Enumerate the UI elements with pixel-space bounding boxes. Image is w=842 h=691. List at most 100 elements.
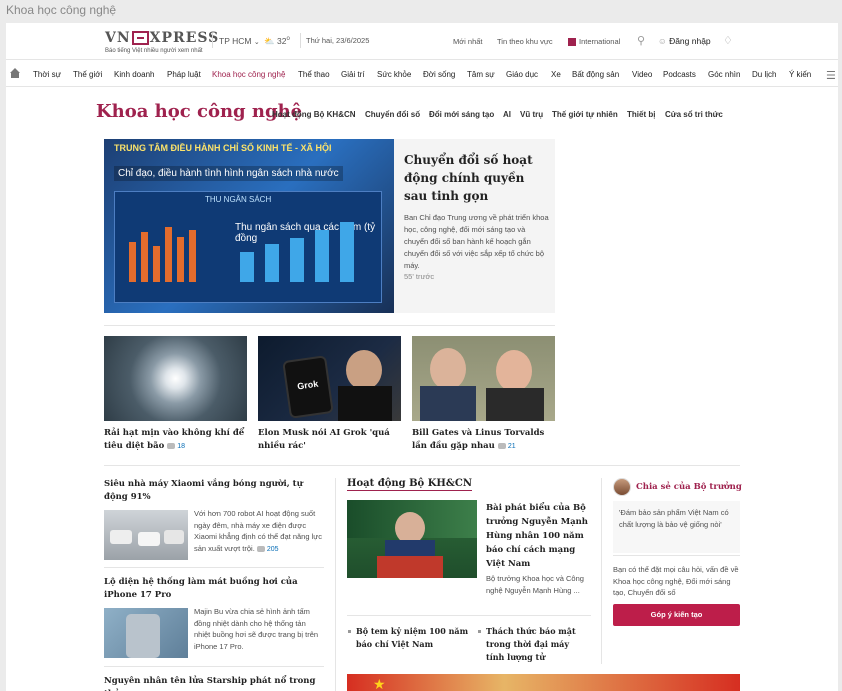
nav-item-giai-tri[interactable]: Giải trí <box>341 70 365 79</box>
search-icon[interactable]: ⚲ <box>637 34 645 47</box>
hero-image[interactable]: TRUNG TÂM ĐIỀU HÀNH CHỈ SỐ KINH TẾ - XÃ … <box>104 139 394 313</box>
feedback-button[interactable]: Góp ý kiến tạo <box>613 604 740 626</box>
hurricane-image[interactable] <box>104 336 247 421</box>
related-link[interactable]: Bộ tem kỷ niệm 100 năm báo chí Việt Nam <box>348 625 472 651</box>
card-title[interactable]: Bill Gates và Linus Torvalds lần đầu gặp… <box>412 427 555 453</box>
minister-share-header[interactable]: Chia sẻ của Bộ trưởng <box>613 478 742 496</box>
nav-item-podcasts[interactable]: Podcasts <box>663 70 696 79</box>
international-link[interactable]: International <box>568 37 621 47</box>
grok-label: Grok <box>296 378 319 392</box>
home-icon[interactable] <box>9 66 21 78</box>
side-title: Chia sẻ của Bộ trưởng <box>636 482 742 492</box>
subnav-thiet-bi[interactable]: Thiết bị <box>627 110 655 119</box>
related-link[interactable]: Thách thức báo mật trong thời đại máy tí… <box>478 625 586 664</box>
dashboard-bar <box>315 230 329 282</box>
nav-item-khoa-hoc-cong-nghe[interactable]: Khoa học công nghệ <box>212 70 285 79</box>
city-selector[interactable]: TP HCM ⌄ <box>219 36 260 46</box>
nav-item-giao-duc[interactable]: Giáo dục <box>506 70 538 79</box>
divider <box>104 465 740 466</box>
nav-item-thoi-su[interactable]: Thời sự <box>33 70 61 79</box>
list-item-desc: Với hơn 700 robot AI hoạt động suốt ngày… <box>194 508 324 555</box>
nav-item-phap-luat[interactable]: Pháp luật <box>167 70 201 79</box>
hero-image-subcaption: Chỉ đạo, điều hành tình hình ngân sách n… <box>114 166 343 181</box>
nav-item-du-lich[interactable]: Du lịch <box>752 70 776 79</box>
regional-news-link[interactable]: Tin theo khu vực <box>497 37 553 46</box>
person-body <box>486 388 544 421</box>
divider <box>104 325 555 326</box>
subnav-the-gioi-tu-nhien[interactable]: Thế giới tự nhiên <box>552 110 618 119</box>
login-link[interactable]: ☺ Đăng nhập <box>658 36 711 46</box>
person-body <box>338 386 392 421</box>
subnav-vu-tru[interactable]: Vũ trụ <box>520 110 543 119</box>
iphone-image[interactable] <box>104 608 188 658</box>
site-logo[interactable]: VN XPRESS Báo tiếng Việt nhiều người xem … <box>105 30 219 54</box>
nav-item-video[interactable]: Video <box>632 70 652 79</box>
subnav-hoat-dong-bo[interactable]: Hoạt động Bộ KH&CN <box>272 110 356 119</box>
hero-image-caption: TRUNG TÂM ĐIỀU HÀNH CHỈ SỐ KINH TẾ - XÃ … <box>114 143 332 153</box>
hero-title[interactable]: Chuyển đổi số hoạt động chính quyền sau … <box>404 151 549 205</box>
nav-item-suc-khoe[interactable]: Sức khỏe <box>377 70 411 79</box>
comment-count[interactable]: 18 <box>167 443 185 450</box>
nav-item-the-thao[interactable]: Thể thao <box>298 70 330 79</box>
nav-item-doi-song[interactable]: Đời sống <box>423 70 455 79</box>
nav-item-the-gioi[interactable]: Thế giới <box>73 70 102 79</box>
divider <box>347 615 591 616</box>
vnexpress-page: VN XPRESS Báo tiếng Việt nhiều người xem … <box>6 23 838 691</box>
nav-item-kinh-doanh[interactable]: Kinh doanh <box>114 70 154 79</box>
nav-item-xe[interactable]: Xe <box>551 70 561 79</box>
current-date: Thứ hai, 23/6/2025 <box>306 36 370 45</box>
nav-item-y-kien[interactable]: Ý kiến <box>789 70 811 79</box>
comment-count[interactable]: 21 <box>497 443 516 450</box>
comment-icon <box>167 443 176 450</box>
sun-cloud-icon: ⛅ <box>264 36 275 46</box>
divider <box>613 555 740 556</box>
subnav-ai[interactable]: AI <box>503 110 511 119</box>
person-face <box>496 350 532 392</box>
car-shape <box>110 530 132 544</box>
card-title[interactable]: Elon Musk nói AI Grok 'quá nhiều rác' <box>258 427 401 453</box>
subnav-chuyen-doi-so[interactable]: Chuyển đổi số <box>365 110 420 119</box>
dashboard-bar <box>240 252 254 282</box>
international-label: International <box>579 37 621 46</box>
section-title[interactable]: Hoạt động Bộ KH&CN <box>347 478 472 491</box>
bell-icon[interactable]: ♢ <box>723 34 733 47</box>
nav-item-tam-su[interactable]: Tâm sự <box>467 70 495 79</box>
dashboard-bar <box>153 246 160 282</box>
person-face <box>430 348 466 390</box>
minister-image[interactable] <box>347 500 477 578</box>
hero-article: Chuyển đổi số hoạt động chính quyền sau … <box>394 139 555 313</box>
list-item-title[interactable]: Siêu nhà máy Xiaomi vắng bóng người, tự … <box>104 478 326 504</box>
column-divider <box>335 478 336 691</box>
factory-image[interactable] <box>104 510 188 560</box>
list-item-title[interactable]: Lộ diện hệ thống làm mát buồng hơi của i… <box>104 576 326 602</box>
chevron-down-icon: ⌄ <box>253 39 260 46</box>
grok-image[interactable]: Grok <box>258 336 401 421</box>
latest-news-link[interactable]: Mới nhất <box>453 37 483 46</box>
hero-image-dashboard: THU NGÂN SÁCH Thu ngân sách qua các năm … <box>114 191 382 303</box>
subnav-doi-moi-sang-tao[interactable]: Đổi mới sáng tạo <box>429 110 494 119</box>
nav-item-bat-dong-san[interactable]: Bất động sản <box>572 70 619 79</box>
comment-number: 205 <box>266 545 279 553</box>
nav-item-goc-nhin[interactable]: Góc nhìn <box>708 70 740 79</box>
divider <box>104 666 324 667</box>
dashboard-bar <box>129 242 136 282</box>
menu-icon[interactable]: ☰ <box>826 69 836 82</box>
minister-quote[interactable]: 'Đám bảo sản phẩm Việt Nam có chất lượng… <box>613 501 740 553</box>
top-bar: VN XPRESS Báo tiếng Việt nhiều người xem … <box>6 23 838 60</box>
international-icon <box>568 38 576 47</box>
comment-count[interactable]: 205 <box>256 545 279 553</box>
car-shape <box>138 532 160 546</box>
divider <box>300 33 301 48</box>
star-icon: ★ <box>373 676 386 691</box>
subnav-cua-so-tri-thuc[interactable]: Cửa sổ tri thức <box>665 110 723 119</box>
divider <box>104 567 324 568</box>
gates-torvalds-image[interactable] <box>412 336 555 421</box>
comment-number: 18 <box>177 443 186 450</box>
anniversary-banner[interactable]: ★ <box>347 674 740 691</box>
mid-article-desc: Bộ trưởng Khoa học và Công nghệ Nguyễn M… <box>486 574 584 595</box>
side-description: Bạn có thể đặt mọi câu hỏi, vấn đề về Kh… <box>613 565 739 597</box>
column-divider <box>601 478 602 664</box>
list-item-title[interactable]: Nguyên nhân tên lửa Starship phát nổ tro… <box>104 675 326 691</box>
card-title[interactable]: Rải hạt mịn vào không khí để tiêu diệt b… <box>104 427 247 453</box>
mid-article-title[interactable]: Bài phát biểu của Bộ trưởng Nguyễn Mạnh … <box>486 501 590 571</box>
